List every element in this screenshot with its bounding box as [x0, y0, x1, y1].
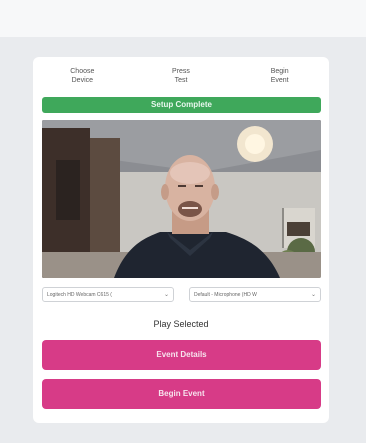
- setup-status-bar: Setup Complete: [42, 97, 321, 113]
- setup-steps: Choose Device Press Test Begin Event: [33, 67, 329, 91]
- setup-card: Choose Device Press Test Begin Event Set…: [33, 57, 329, 423]
- event-details-button[interactable]: Event Details: [42, 340, 321, 370]
- camera-select[interactable]: Logitech HD Webcam C615 ( ⌄: [42, 287, 174, 302]
- microphone-select[interactable]: Default - Microphone (HD W ⌄: [189, 287, 321, 302]
- device-selects: Logitech HD Webcam C615 ( ⌄ Default - Mi…: [42, 287, 321, 304]
- webcam-preview: [42, 120, 321, 278]
- chevron-updown-icon: ⌄: [310, 292, 316, 298]
- step-press-test: Press Test: [172, 68, 190, 84]
- step-choose-device: Choose Device: [70, 68, 95, 84]
- play-selected-link[interactable]: Play Selected: [33, 319, 329, 329]
- step-begin-event: Begin Event: [270, 68, 289, 84]
- chevron-updown-icon: ⌄: [163, 292, 169, 298]
- browser-top-area: [0, 0, 366, 37]
- begin-event-button[interactable]: Begin Event: [42, 379, 321, 409]
